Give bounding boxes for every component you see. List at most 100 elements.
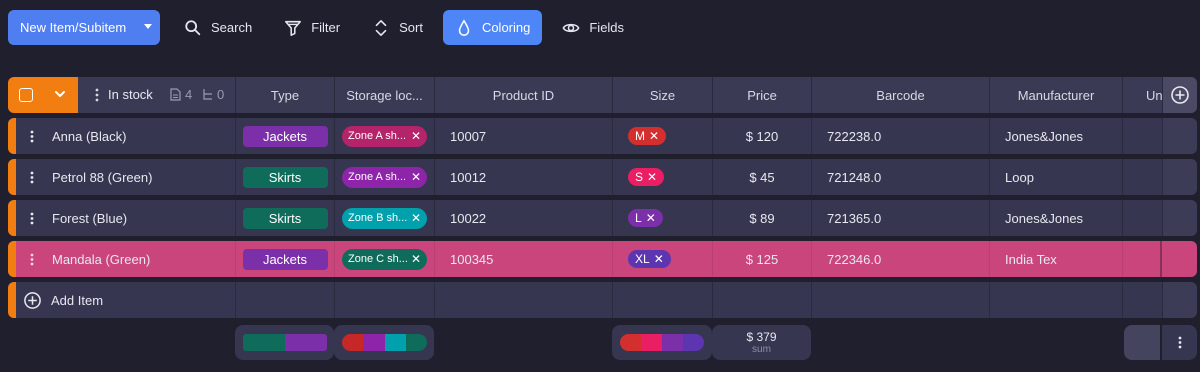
un-cell[interactable] [1122,200,1162,236]
price-sum-caption: sum [752,343,771,355]
add-item-label[interactable]: Add Item [51,282,103,318]
price-cell[interactable]: $ 120 [712,118,811,154]
new-item-subitem-button[interactable]: New Item/Subitem [8,10,160,45]
size-cell[interactable]: M ✕ [612,118,712,154]
storage-cell[interactable]: Zone A sh... ✕ [334,118,434,154]
price-summary[interactable]: $ 379 sum [712,325,811,360]
column-label: Type [270,87,300,103]
un-cell[interactable] [1122,159,1162,195]
column-header-product-id[interactable]: Product ID [434,77,612,113]
size-cell[interactable]: L ✕ [612,200,712,236]
table-row[interactable]: Anna (Black) Jackets Zone A sh... ✕ 10007… [8,118,1197,154]
product-id-cell[interactable]: 100345 [434,241,612,277]
remove-icon[interactable]: ✕ [646,212,656,224]
column-header-price[interactable]: Price [712,77,811,113]
manufacturer-cell[interactable]: Loop [989,159,1122,195]
bar-segment [620,334,641,351]
column-header-size[interactable]: Size [612,77,712,113]
type-summary[interactable] [235,325,334,360]
item-name[interactable]: Forest (Blue) [52,200,127,236]
row-menu-icon[interactable] [30,130,34,143]
row-menu-icon[interactable] [30,212,34,225]
bar-segment [662,334,683,351]
drag-handle-icon[interactable] [94,88,100,102]
remove-icon[interactable]: ✕ [411,171,421,183]
type-cell[interactable]: Skirts [235,200,334,236]
filter-label: Filter [311,20,341,35]
storage-label: Zone B sh... [348,212,408,224]
un-cell[interactable] [1122,241,1162,277]
barcode-cell[interactable]: 721365.0 [811,200,989,236]
fields-label: Fields [589,20,625,35]
toolbar: New Item/Subitem Search Filter Sort Colo… [8,10,636,45]
barcode: 722346.0 [827,251,882,267]
plus-circle-icon[interactable] [23,291,42,310]
size-tag: M ✕ [628,127,667,145]
remove-icon[interactable]: ✕ [411,130,421,142]
remove-icon[interactable]: ✕ [647,171,657,183]
row-accent [8,200,16,236]
row-menu-icon[interactable] [30,171,34,184]
product-id-cell[interactable]: 10012 [434,159,612,195]
storage-cell[interactable]: Zone B sh... ✕ [334,200,434,236]
barcode-cell[interactable]: 722238.0 [811,118,989,154]
product-id-cell[interactable]: 10007 [434,118,612,154]
item-name[interactable]: Petrol 88 (Green) [52,159,152,195]
remove-icon[interactable]: ✕ [411,253,421,265]
caret-down-icon[interactable] [144,24,152,29]
row-menu-icon[interactable] [30,253,34,266]
remove-icon[interactable]: ✕ [654,253,664,265]
price-cell[interactable]: $ 45 [712,159,811,195]
product-id-cell[interactable]: 10022 [434,200,612,236]
select-all-checkbox[interactable] [19,88,33,102]
column-header-barcode[interactable]: Barcode [811,77,989,113]
size-summary[interactable] [612,325,712,360]
sort-button[interactable]: Sort [360,10,435,45]
select-all-area [8,77,78,113]
column-header-storage[interactable]: Storage loc... [334,77,434,113]
fields-button[interactable]: Fields [550,10,636,45]
manufacturer-cell[interactable]: Jones&Jones [989,118,1122,154]
type-cell[interactable]: Jackets [235,118,334,154]
table-row-highlighted[interactable]: Mandala (Green) Jackets Zone C sh... ✕ 10… [8,241,1197,277]
item-name[interactable]: Anna (Black) [52,118,126,154]
table-row[interactable]: Forest (Blue) Skirts Zone B sh... ✕ 10022… [8,200,1197,236]
table-row[interactable]: Petrol 88 (Green) Skirts Zone A sh... ✕ 1… [8,159,1197,195]
type-cell[interactable]: Skirts [235,159,334,195]
add-column-button[interactable] [1162,77,1197,113]
manufacturer-cell[interactable]: India Tex [989,241,1122,277]
column-header-type[interactable]: Type [235,77,334,113]
column-header-un[interactable]: Un [1122,77,1162,113]
type-tag: Jackets [242,248,328,270]
bar-segment [363,334,385,351]
price-cell[interactable]: $ 125 [712,241,811,277]
storage-cell[interactable]: Zone C sh... ✕ [334,241,434,277]
document-icon [170,88,181,101]
size-cell[interactable]: S ✕ [612,159,712,195]
filter-button[interactable]: Filter [272,10,352,45]
column-header-manufacturer[interactable]: Manufacturer [989,77,1122,113]
price-cell[interactable]: $ 89 [712,200,811,236]
manufacturer-cell[interactable]: Jones&Jones [989,200,1122,236]
barcode-cell[interactable]: 721248.0 [811,159,989,195]
row-end-cell [1162,118,1197,154]
summary-menu-button[interactable] [1162,325,1197,360]
remove-icon[interactable]: ✕ [411,212,421,224]
un-cell[interactable] [1122,118,1162,154]
add-item-row[interactable]: Add Item [8,282,1197,318]
barcode-cell[interactable]: 722346.0 [811,241,989,277]
storage-summary[interactable] [334,325,434,360]
subitems-icon [203,89,212,100]
remove-icon[interactable]: ✕ [649,130,659,142]
coloring-button[interactable]: Coloring [442,10,543,45]
empty-cell [989,282,1122,318]
more-vertical-icon [1178,336,1182,349]
size-cell[interactable]: XL ✕ [612,241,712,277]
header-row: In stock 4 0 Type Storage loc... Product… [8,77,1197,113]
storage-cell[interactable]: Zone A sh... ✕ [334,159,434,195]
type-cell[interactable]: Jackets [235,241,334,277]
item-name[interactable]: Mandala (Green) [52,241,150,277]
row-end-cell [1162,282,1197,318]
search-button[interactable]: Search [172,10,264,45]
chevron-down-icon[interactable] [54,88,66,100]
